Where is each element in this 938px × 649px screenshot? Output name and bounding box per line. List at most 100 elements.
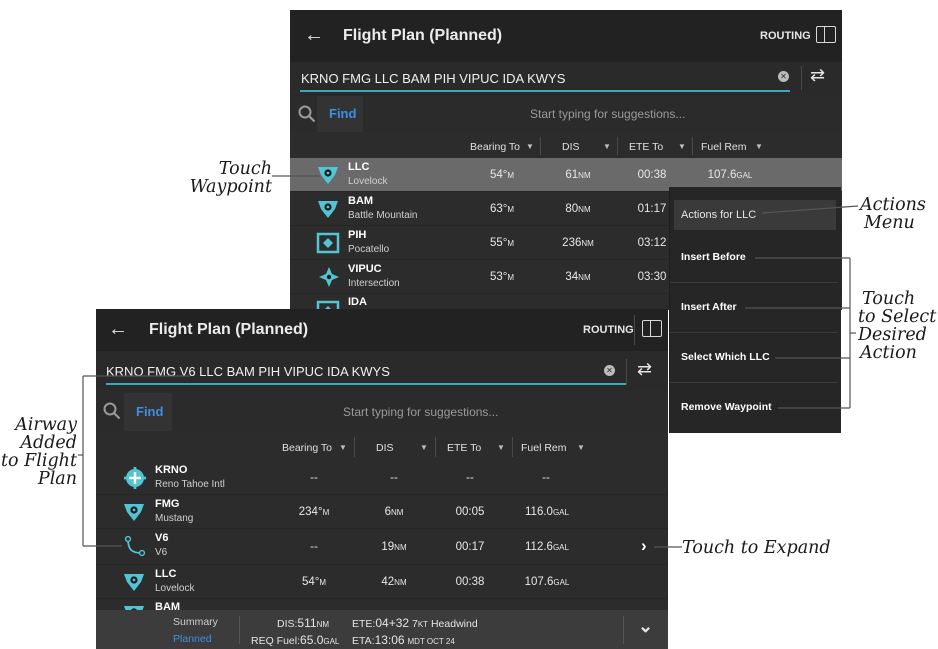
split-view-icon[interactable] [642, 320, 662, 337]
sort-caret-icon[interactable]: ▼ [678, 142, 686, 151]
search-bar: Find Start typing for suggestions... [96, 393, 668, 431]
distance-value: -- [390, 472, 398, 484]
distance-value: 42NM [381, 576, 407, 588]
divider [239, 616, 240, 644]
route-text[interactable]: KRNO FMG LLC BAM PIH VIPUC IDA KWYS [301, 71, 565, 86]
annotation-line: to Flight [1, 451, 77, 471]
annotation-line: Touch [218, 159, 272, 179]
chevron-down-icon[interactable]: ⌄ [638, 616, 653, 637]
sort-caret-icon[interactable]: ▼ [420, 443, 428, 452]
front-flight-plan-panel: ← Flight Plan (Planned) ROUTING KRNO FMG… [96, 309, 668, 649]
col-fuel[interactable]: Fuel Rem [521, 442, 567, 454]
eta: ETA:13:06 MDT OCT 24 [352, 633, 455, 647]
waypoint-id: KRNO [155, 464, 188, 476]
divider [540, 137, 541, 155]
planned-label[interactable]: Planned [173, 633, 212, 645]
intersection-icon [318, 266, 340, 288]
annotation-touch-waypoint: Touch Waypoint [180, 160, 272, 196]
clear-icon[interactable]: ✕ [604, 365, 615, 376]
divider [634, 315, 635, 345]
bearing-value: -- [310, 472, 318, 484]
distance-value: 6NM [384, 506, 404, 518]
split-view-icon[interactable] [816, 26, 836, 43]
airport-icon [124, 467, 146, 489]
annotation-line: Desired [858, 325, 927, 345]
insert-before-button[interactable]: Insert Before [670, 233, 838, 283]
back-arrow-icon[interactable]: ← [108, 318, 128, 341]
vor-icon [316, 198, 340, 220]
bearing-value: -- [310, 541, 318, 553]
sort-caret-icon[interactable]: ▼ [577, 443, 585, 452]
search-bar: Find Start typing for suggestions... [290, 96, 842, 132]
table-row[interactable]: LLC Lovelock 54°M 42NM 00:38 107.6GAL [96, 565, 668, 599]
table-row[interactable]: FMG Mustang 234°M 6NM 00:05 116.0GAL [96, 495, 668, 529]
remove-waypoint-button[interactable]: Remove Waypoint [670, 383, 838, 433]
select-which-button[interactable]: Select Which LLC [670, 333, 838, 383]
vortac-icon [316, 232, 340, 254]
front-header: ← Flight Plan (Planned) ROUTING [96, 309, 668, 351]
back-arrow-icon[interactable]: ← [304, 24, 324, 47]
sort-caret-icon[interactable]: ▼ [603, 142, 611, 151]
insert-after-button[interactable]: Insert After [670, 283, 838, 333]
reverse-icon[interactable]: ⇄ [810, 65, 825, 86]
sort-caret-icon[interactable]: ▼ [526, 142, 534, 151]
col-ete[interactable]: ETE To [629, 141, 663, 153]
find-tab[interactable]: Find [317, 96, 363, 132]
find-tab[interactable]: Find [124, 393, 172, 431]
annotation-line: Action [860, 343, 917, 363]
vor-icon [122, 501, 146, 523]
waypoint-id: IDA [348, 296, 367, 308]
fuel-value: 112.6GAL [525, 541, 569, 553]
col-bearing[interactable]: Bearing To [470, 141, 520, 153]
search-input[interactable]: Start typing for suggestions... [530, 107, 685, 121]
sort-caret-icon[interactable]: ▼ [497, 443, 505, 452]
waypoint-id: PIH [348, 229, 367, 241]
page-title: Flight Plan (Planned) [343, 27, 503, 44]
col-bearing[interactable]: Bearing To [282, 442, 332, 454]
ete-value: 00:38 [637, 169, 667, 181]
routing-button[interactable]: ROUTING [760, 30, 811, 42]
annotation-line: Waypoint [189, 177, 272, 197]
distance-value: 80NM [565, 203, 591, 215]
col-dis[interactable]: DIS [562, 141, 580, 153]
search-input[interactable]: Start typing for suggestions... [343, 405, 498, 419]
sort-caret-icon[interactable]: ▼ [339, 443, 347, 452]
search-icon[interactable] [298, 105, 316, 123]
divider [512, 437, 513, 457]
waypoint-name: Reno Tahoe Intl [155, 479, 225, 490]
annotation-line: Added [20, 433, 77, 453]
waypoint-name: V6 [155, 547, 168, 558]
reverse-icon[interactable]: ⇄ [637, 359, 652, 380]
waypoint-id: VIPUC [348, 263, 382, 275]
annotation-line: Actions [860, 195, 926, 215]
summary-footer: Summary Planned DIS:511NM REQ Fuel:65.0G… [96, 610, 668, 649]
summary-label[interactable]: Summary [173, 616, 218, 628]
bearing-value: 53°M [489, 271, 515, 283]
route-text[interactable]: KRNO FMG V6 LLC BAM PIH VIPUC IDA KWYS [106, 364, 390, 379]
col-dis[interactable]: DIS [376, 442, 394, 454]
distance-value: 19NM [381, 541, 407, 553]
waypoint-name: Lovelock [155, 583, 195, 594]
table-row-airway[interactable]: V6 V6 -- 19NM 00:17 112.6GAL › [96, 529, 668, 565]
waypoint-name: Pocatello [348, 244, 390, 255]
route-underline [300, 90, 790, 92]
annotation-line: to Select [858, 307, 937, 327]
fuel-value: -- [542, 472, 550, 484]
routing-button[interactable]: ROUTING [583, 324, 634, 336]
page-title: Flight Plan (Planned) [149, 321, 309, 338]
col-fuel[interactable]: Fuel Rem [701, 141, 747, 153]
column-header: Bearing To ▼ DIS ▼ ETE To ▼ Fuel Rem ▼ [290, 134, 842, 158]
search-icon[interactable] [103, 402, 121, 420]
route-bar: KRNO FMG V6 LLC BAM PIH VIPUC IDA KWYS ✕… [96, 351, 668, 391]
col-ete[interactable]: ETE To [447, 442, 481, 454]
annotation-line: Plan [37, 469, 77, 489]
route-bar: KRNO FMG LLC BAM PIH VIPUC IDA KWYS ✕ ⇄ [290, 62, 842, 96]
waypoint-name: Lovelock [348, 176, 388, 187]
table-row[interactable]: KRNO Reno Tahoe Intl -- -- -- -- [96, 461, 668, 495]
waypoint-id: V6 [155, 532, 169, 544]
clear-icon[interactable]: ✕ [778, 71, 789, 82]
chevron-right-icon[interactable]: › [641, 536, 647, 556]
sort-caret-icon[interactable]: ▼ [755, 142, 763, 151]
bearing-value: 63°M [489, 203, 515, 215]
bearing-value: 234°M [298, 506, 330, 518]
